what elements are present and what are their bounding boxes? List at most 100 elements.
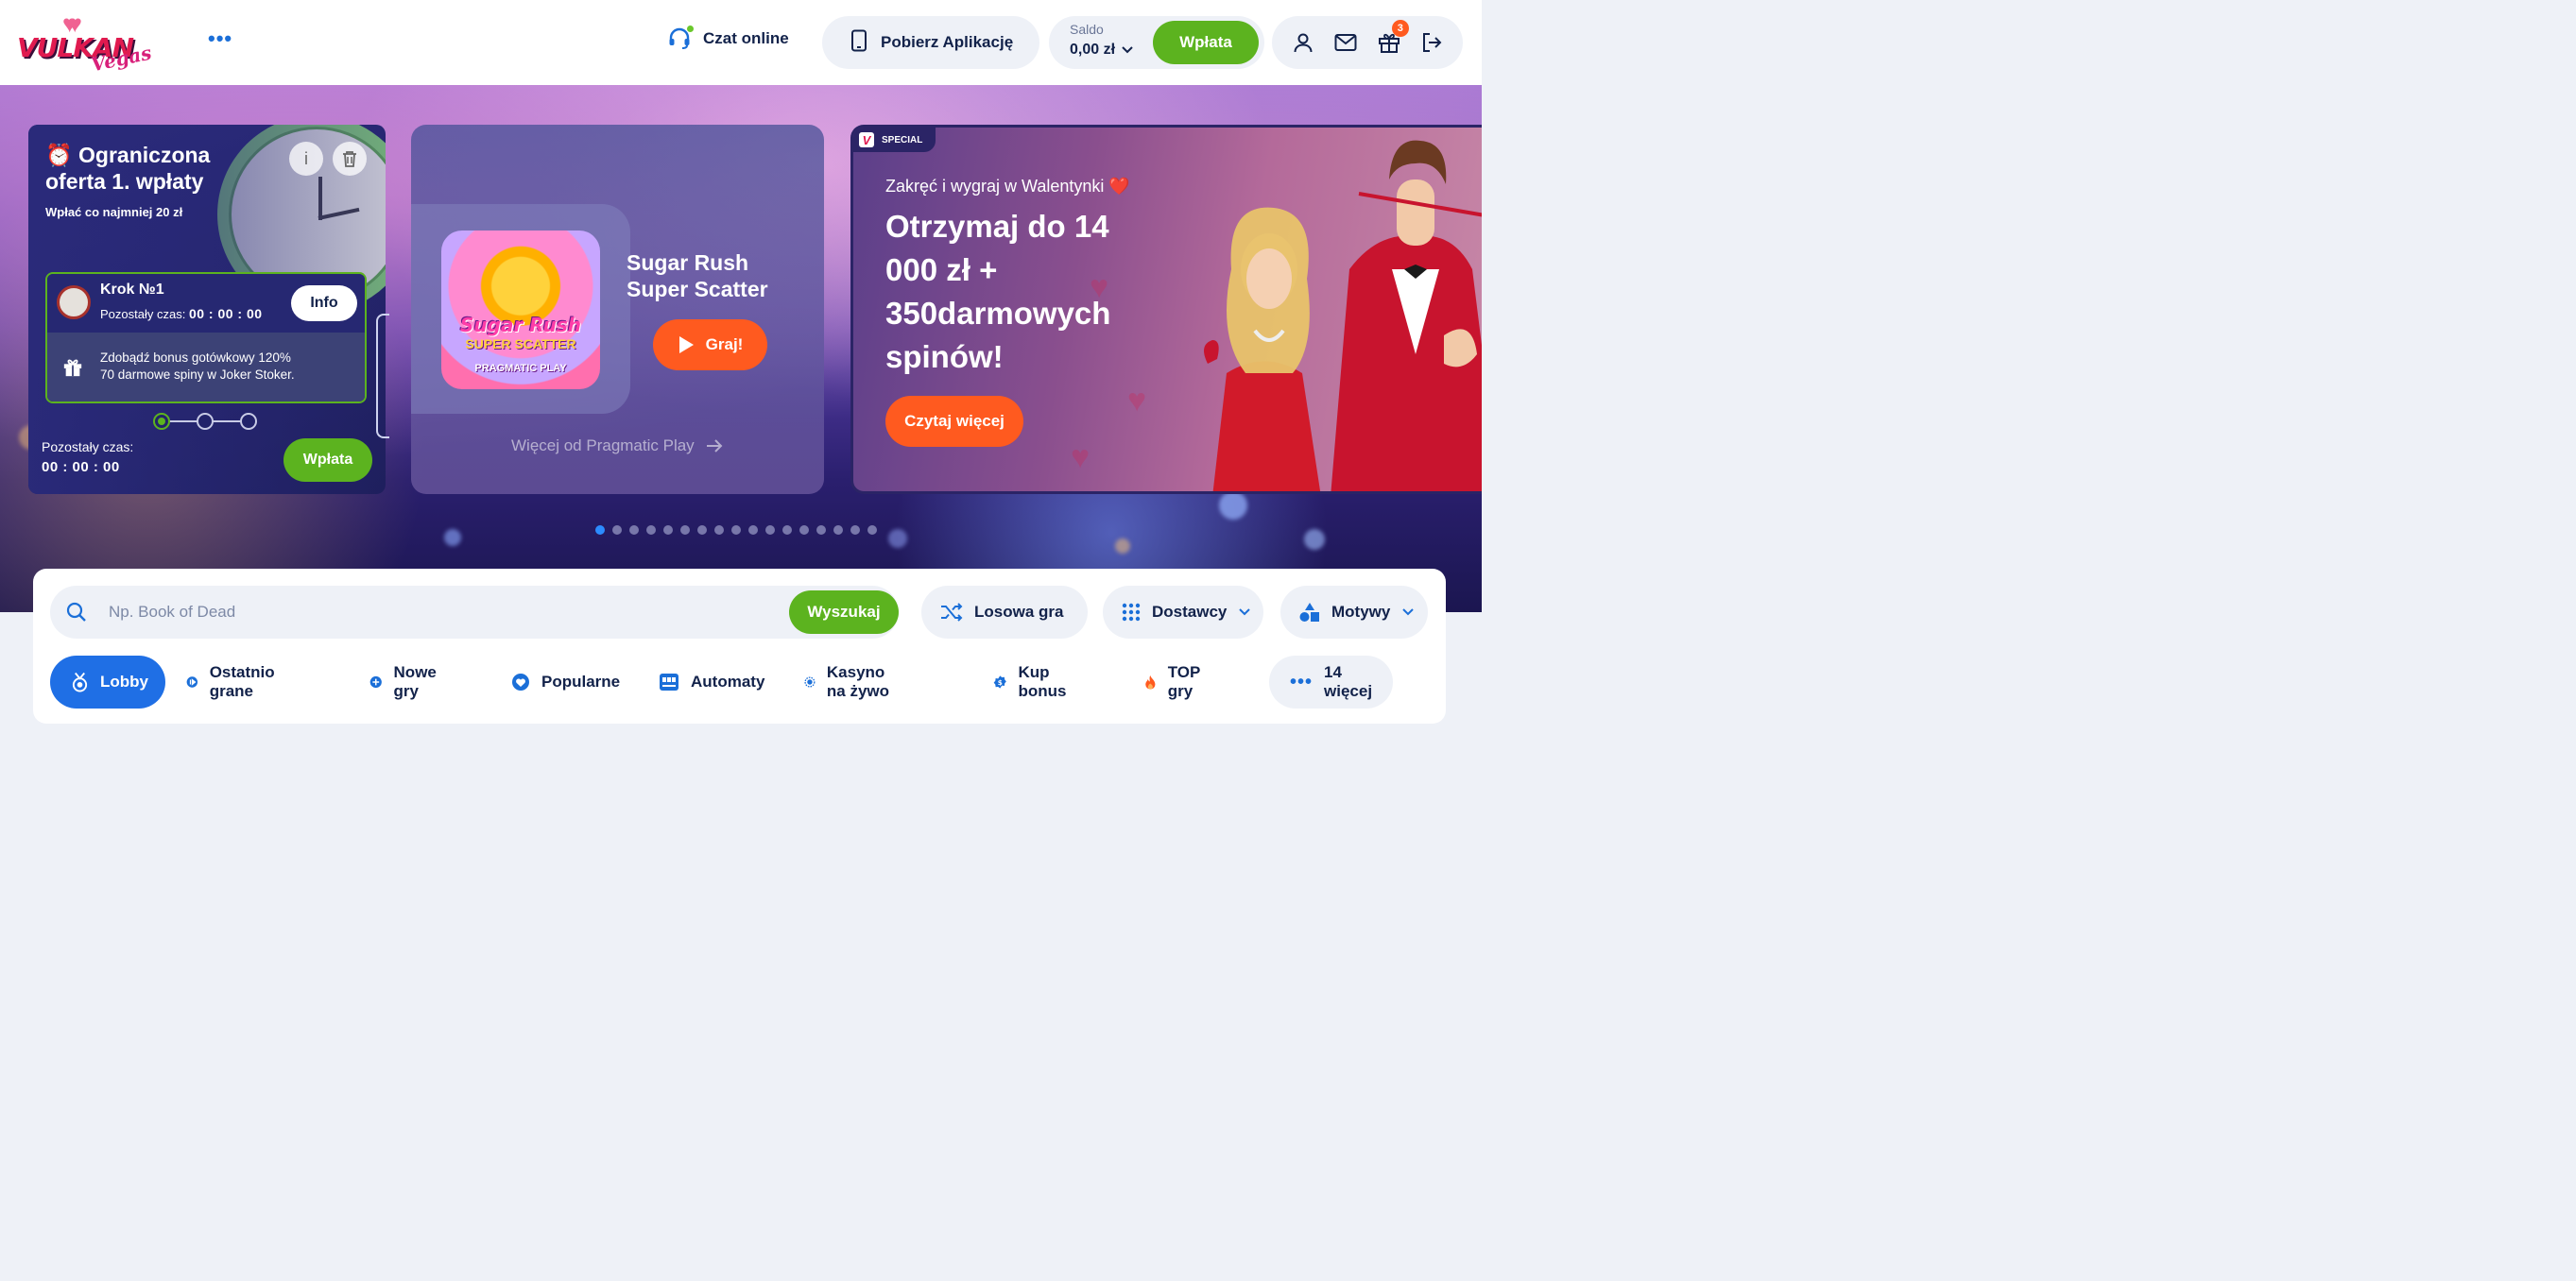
carousel-dot[interactable] (816, 525, 826, 535)
carousel-dot[interactable] (782, 525, 792, 535)
more-from-provider-label: Więcej od Pragmatic Play (511, 436, 695, 454)
offer-title-wrap: ⏰ Ograniczona oferta 1. wpłaty (45, 142, 253, 195)
hero-banner: ⏰ Ograniczona oferta 1. wpłaty Wpłać co … (0, 85, 1482, 612)
tab-more-categories[interactable]: ••• 14 więcej (1269, 656, 1394, 709)
carousel-dot[interactable] (697, 525, 707, 535)
carousel-dot[interactable] (748, 525, 758, 535)
chevron-down-icon (1122, 46, 1133, 54)
step-dot-1[interactable] (153, 413, 170, 430)
step-dot-2[interactable] (197, 413, 214, 430)
carousel-dot[interactable] (714, 525, 724, 535)
search-input[interactable] (109, 586, 770, 639)
tab-more-label: 14 więcej (1324, 663, 1373, 700)
step-info-button[interactable]: Info (291, 285, 357, 321)
random-game-label: Losowa gra (974, 603, 1064, 621)
valentine-couple-illustration (1204, 140, 1482, 491)
play-button[interactable]: Graj! (653, 319, 767, 370)
gift-count-badge: 3 (1391, 20, 1409, 37)
tab-lobby[interactable]: Lobby (50, 656, 165, 709)
tab-slots[interactable]: Automaty (659, 656, 764, 709)
tab-live-casino-label: Kasyno na żywo (826, 663, 890, 700)
offer-deposit-button[interactable]: Wpłata (283, 438, 372, 482)
online-status-dot (687, 26, 694, 32)
tab-popular[interactable]: Popularne (511, 656, 620, 709)
play-icon (678, 336, 694, 353)
remaining-time-value: 00 : 00 : 00 (42, 459, 120, 475)
vulkan-vegas-logo[interactable]: ♥♥ VULKAN Vegas (13, 9, 153, 77)
carousel-dot[interactable] (595, 525, 605, 535)
vulkan-v-icon: V (859, 132, 874, 147)
svg-text:$: $ (998, 678, 1003, 687)
trash-icon[interactable] (333, 142, 367, 176)
bokeh-light (1219, 491, 1247, 520)
balance-label: Saldo (1070, 22, 1104, 37)
providers-dropdown[interactable]: Dostawcy (1103, 586, 1263, 639)
gift-icon[interactable]: 3 (1375, 20, 1409, 57)
chat-online-button[interactable]: Czat online (667, 26, 789, 51)
themes-dropdown[interactable]: Motywy (1280, 586, 1428, 639)
step-title: Krok №1 (100, 282, 164, 298)
next-step-peek (376, 314, 389, 438)
carousel-dot[interactable] (680, 525, 690, 535)
fire-icon (1145, 675, 1156, 690)
user-profile-icon[interactable] (1289, 28, 1317, 57)
carousel-dot[interactable] (612, 525, 622, 535)
tab-new-games-label: Nowe gry (393, 663, 437, 700)
valentines-promo-card[interactable]: ♥ ♥ ♥ V SPECIAL Zakręć i wygraj w Walent… (850, 125, 1482, 494)
random-game-button[interactable]: Losowa gra (921, 586, 1088, 639)
medal-icon (72, 672, 88, 692)
sugar-rush-thumbnail[interactable]: Sugar Rush SUPER SCATTER PRAGMATIC PLAY (441, 231, 600, 389)
carousel-dot[interactable] (629, 525, 639, 535)
carousel-dot[interactable] (646, 525, 656, 535)
carousel-dot[interactable] (799, 525, 809, 535)
shapes-icon (1299, 603, 1319, 622)
carousel-dot[interactable] (663, 525, 673, 535)
read-more-button[interactable]: Czytaj więcej (885, 396, 1023, 447)
tab-lobby-label: Lobby (100, 673, 148, 691)
grid-dots-icon (1122, 603, 1141, 622)
carousel-dot[interactable] (833, 525, 843, 535)
step-time-value: 00 : 00 : 00 (188, 306, 263, 321)
info-circle-icon[interactable]: i (289, 142, 323, 176)
tab-live-casino[interactable]: Kasyno na żywo (804, 656, 894, 709)
header-deposit-button[interactable]: Wpłata (1153, 21, 1259, 64)
themes-label: Motywy (1331, 603, 1391, 621)
play-label: Graj! (705, 335, 744, 353)
step-progress (153, 411, 259, 432)
gift-icon (62, 357, 83, 383)
arrow-right-icon (706, 439, 723, 453)
remaining-time-label: Pozostały czas: (42, 439, 134, 454)
step-dot-3[interactable] (240, 413, 257, 430)
mail-icon[interactable] (1331, 28, 1360, 57)
more-menu-icon[interactable]: ••• (208, 28, 232, 51)
special-tag: V SPECIAL (853, 128, 936, 152)
download-app-button[interactable]: Pobierz Aplikację (822, 16, 1039, 69)
bokeh-light (888, 529, 907, 548)
tab-new-games[interactable]: Nowe gry (369, 656, 442, 709)
tab-slots-label: Automaty (691, 673, 765, 691)
tab-popular-label: Popularne (541, 673, 621, 691)
first-deposit-offer-card: ⏰ Ograniczona oferta 1. wpłaty Wpłać co … (28, 125, 386, 494)
more-from-provider-link[interactable]: Więcej od Pragmatic Play (511, 436, 723, 455)
tab-bonus-buy[interactable]: $ Kup bonus (993, 656, 1073, 709)
carousel-dot[interactable] (867, 525, 877, 535)
balance-value: 0,00 zł (1070, 42, 1116, 58)
recent-play-icon (186, 676, 198, 688)
tab-recently-played-label: Ostatnio grane (209, 663, 275, 700)
tab-top-games-label: TOP gry (1167, 663, 1201, 700)
tab-top-games[interactable]: TOP gry (1144, 656, 1207, 709)
logout-icon[interactable] (1417, 28, 1446, 57)
search-button[interactable]: Wyszukaj (789, 590, 899, 634)
carousel-pagination (595, 525, 877, 535)
promo-title: Otrzymaj do 14 000 zł + 350darmowych spi… (885, 209, 1111, 374)
carousel-dot[interactable] (731, 525, 741, 535)
bokeh-light (1115, 538, 1130, 554)
tab-recently-played[interactable]: Ostatnio grane (186, 656, 282, 709)
carousel-dot[interactable] (850, 525, 860, 535)
bokeh-light (1304, 529, 1325, 550)
user-actions: 3 (1272, 16, 1463, 69)
carousel-dot[interactable] (765, 525, 775, 535)
chat-label: Czat online (703, 29, 789, 47)
featured-game-card: Sugar Rush SUPER SCATTER PRAGMATIC PLAY … (411, 125, 824, 494)
thumb-provider: PRAGMATIC PLAY (474, 363, 567, 374)
